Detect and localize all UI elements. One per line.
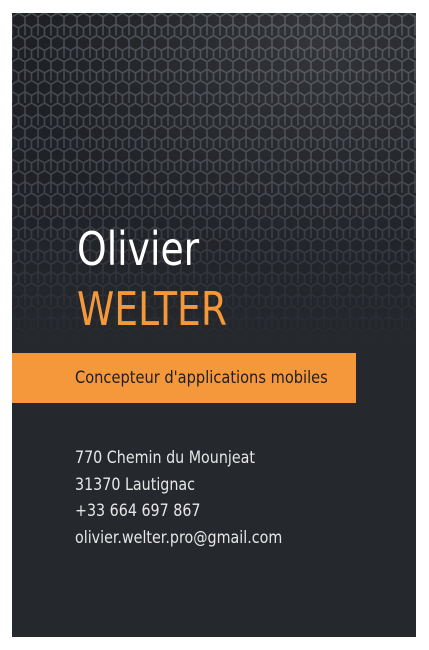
first-name: Olivier — [77, 222, 200, 276]
phone-number: +33 664 697 867 — [75, 501, 201, 521]
address-street: 770 Chemin du Mounjeat — [75, 448, 255, 468]
last-name: WELTER — [77, 282, 228, 336]
role-banner: Concepteur d'applications mobiles — [12, 353, 356, 403]
address-city: 31370 Lautignac — [75, 474, 196, 495]
business-card: Olivier WELTER Concepteur d'applications… — [12, 13, 416, 637]
email-address: olivier.welter.pro@gmail.com — [75, 527, 283, 548]
contact-details: 770 Chemin du Mounjeat 31370 Lautignac +… — [75, 445, 322, 551]
job-title: Concepteur d'applications mobiles — [75, 368, 328, 388]
